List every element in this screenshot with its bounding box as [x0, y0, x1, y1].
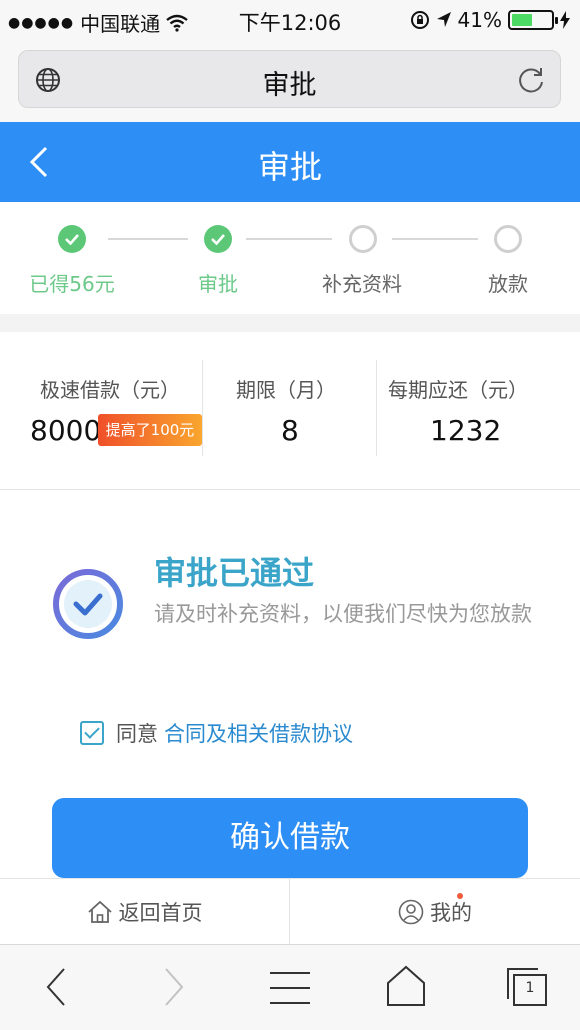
- notification-dot: [457, 893, 463, 899]
- location-icon: [436, 12, 451, 27]
- menu-icon[interactable]: [270, 971, 310, 1005]
- installment-label: 每期应还（元）: [388, 378, 528, 402]
- tab-count: 1: [525, 980, 535, 996]
- column-divider: [202, 360, 203, 456]
- browser-forward-icon[interactable]: [162, 967, 186, 1007]
- section-divider: [0, 314, 580, 332]
- rotation-lock-icon: [410, 11, 429, 29]
- step-label-supplement: 补充资料: [322, 272, 402, 296]
- loan-summary: 极速借款（元） 8000 期限（月） 8 每期应还（元） 1232: [0, 332, 580, 490]
- step-label-earned: 已得56元: [29, 272, 115, 296]
- tab-home[interactable]: 返回首页: [0, 879, 289, 945]
- step-connector: [246, 238, 332, 240]
- step-1-done-icon: [58, 225, 86, 253]
- term-value: 8: [281, 414, 299, 447]
- step-connector: [108, 238, 188, 240]
- battery-icon: [508, 10, 558, 30]
- step-label-approval: 审批: [198, 272, 238, 296]
- confirm-loan-button[interactable]: 确认借款: [52, 798, 528, 878]
- agreement-prefix: 同意: [116, 722, 158, 746]
- battery-percent: 41%: [457, 8, 502, 32]
- approval-title: 审批已通过: [154, 554, 315, 592]
- step-3-pending-icon: [349, 225, 377, 253]
- progress-steps: 已得56元 审批 补充资料 放款: [0, 202, 580, 314]
- amount-label: 极速借款（元）: [40, 378, 180, 402]
- browser-home-icon[interactable]: [384, 965, 428, 1007]
- agreement-checkbox[interactable]: [80, 721, 104, 745]
- page-title: 审批: [257, 148, 322, 186]
- step-4-pending-icon: [494, 225, 522, 253]
- bottom-tabbar: 返回首页 我的: [0, 878, 580, 945]
- status-bar: ●●●●● 中国联通 下午12:06 41%: [0, 0, 580, 38]
- agreement-row: 同意 合同及相关借款协议: [80, 718, 353, 748]
- home-icon: [87, 900, 112, 923]
- browser-back-icon[interactable]: [44, 967, 68, 1007]
- app-header: 审批: [0, 122, 580, 202]
- user-icon: [398, 899, 424, 925]
- agreement-link[interactable]: 合同及相关借款协议: [164, 718, 353, 748]
- browser-address-bar: 审批: [0, 38, 580, 122]
- step-connector: [392, 238, 478, 240]
- browser-page-title: 审批: [262, 70, 317, 101]
- step-2-done-icon: [204, 225, 232, 253]
- address-field[interactable]: 审批: [18, 50, 561, 108]
- browser-toolbar: [0, 944, 580, 1030]
- approval-description: 请及时补充资料，以便我们尽快为您放款: [154, 602, 532, 626]
- column-divider: [376, 360, 377, 456]
- amount-increase-badge: 提高了100元: [98, 414, 202, 446]
- reload-icon[interactable]: [516, 65, 546, 95]
- tab-mine-label: 我的: [430, 901, 472, 925]
- step-label-disburse: 放款: [488, 272, 528, 296]
- charging-icon: [560, 11, 570, 29]
- tab-home-label: 返回首页: [118, 901, 203, 925]
- installment-value: 1232: [430, 414, 502, 447]
- amount-value: 8000: [30, 414, 102, 447]
- tab-mine[interactable]: 我的: [290, 879, 580, 945]
- term-label: 期限（月）: [236, 378, 336, 402]
- approved-check-icon: [53, 569, 123, 639]
